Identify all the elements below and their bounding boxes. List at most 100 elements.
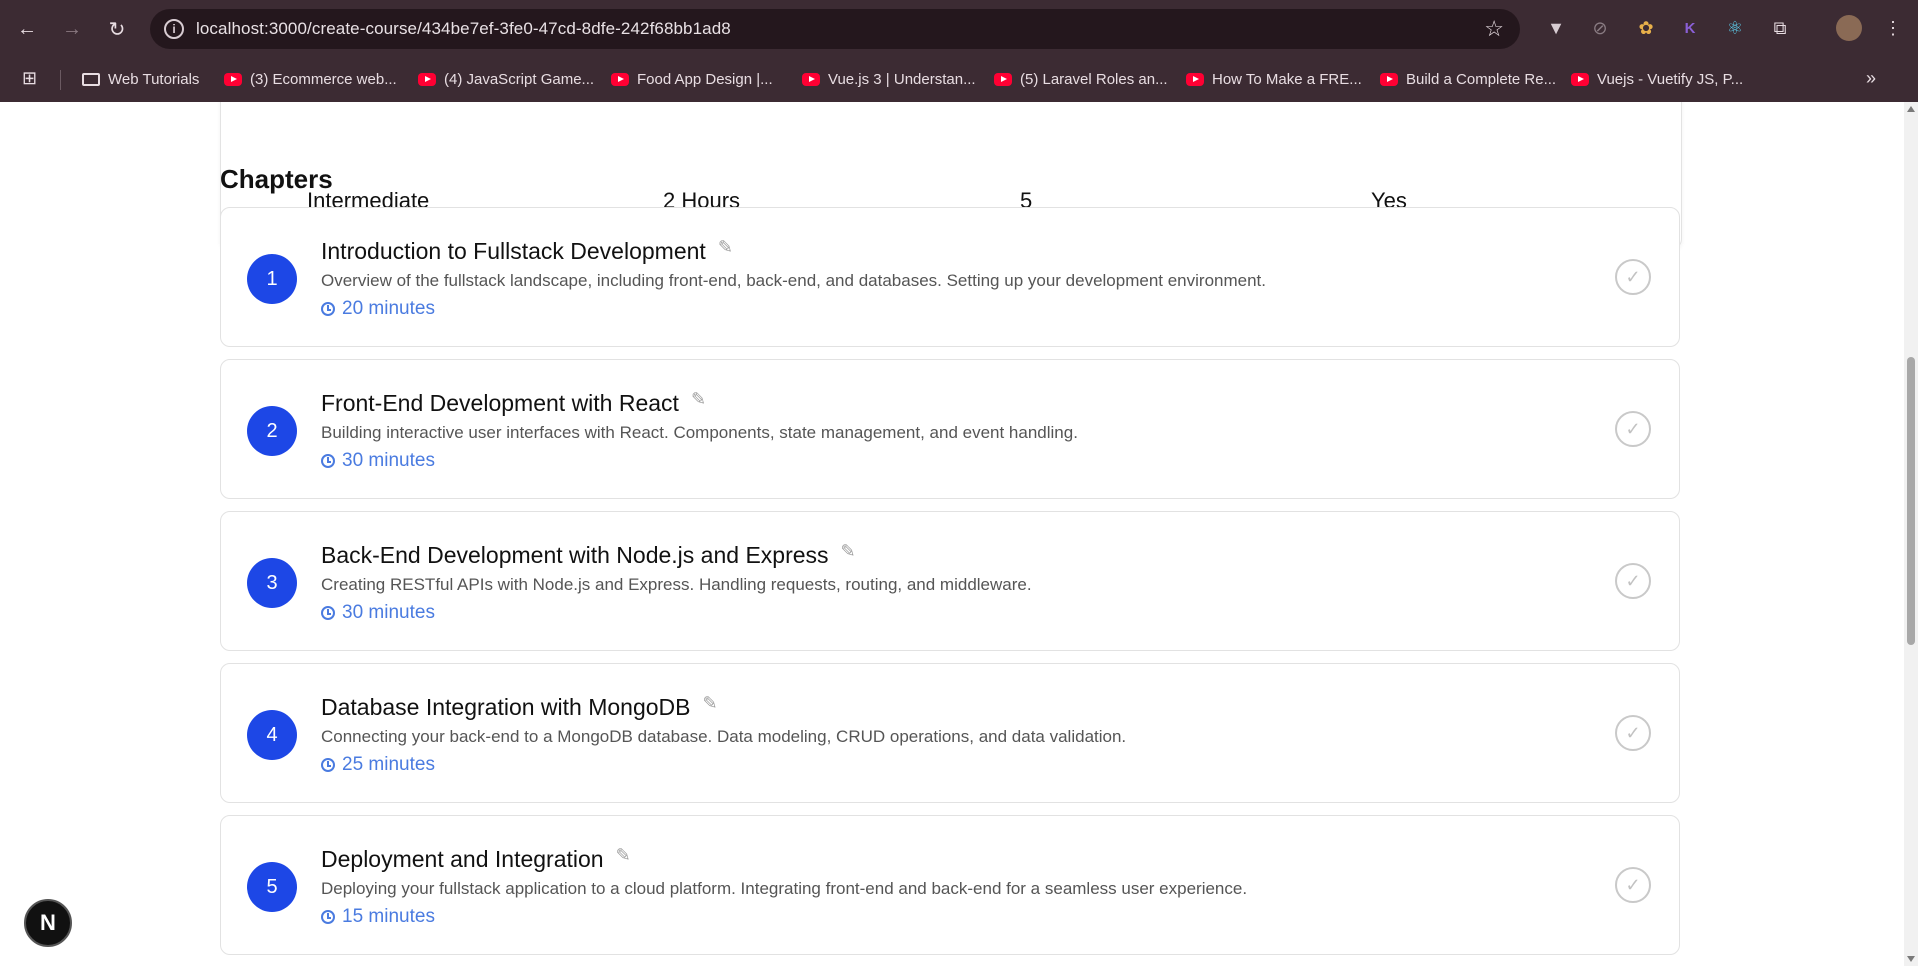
chapter-title-row: Front-End Development with React ✎ [321, 389, 706, 417]
chapter-card[interactable]: 4 Database Integration with MongoDB ✎ Con… [220, 663, 1680, 803]
chapter-card[interactable]: 5 Deployment and Integration ✎ Deploying … [220, 815, 1680, 955]
clock-icon [321, 758, 335, 772]
bookmark-label: How To Make a FRE... [1212, 71, 1362, 88]
back-arrow-icon: ← [17, 17, 37, 40]
extensions-puzzle-icon[interactable]: ⧉ [1767, 15, 1793, 41]
chapter-card[interactable]: 2 Front-End Development with React ✎ Buil… [220, 359, 1680, 499]
forward-arrow-icon: → [62, 17, 82, 40]
bookmark-star-icon[interactable]: ☆ [1484, 16, 1504, 42]
chapter-title-row: Database Integration with MongoDB ✎ [321, 693, 718, 721]
youtube-icon [1186, 73, 1204, 86]
youtube-icon [611, 73, 629, 86]
edit-icon[interactable]: ✎ [616, 845, 631, 866]
chapter-number: 5 [247, 862, 297, 912]
chapter-description: Building interactive user interfaces wit… [321, 423, 1078, 442]
reload-button[interactable]: ↻ [102, 14, 132, 44]
bookmark-label: Food App Design |... [637, 71, 773, 88]
chapter-duration-text: 30 minutes [342, 602, 435, 623]
reload-icon: ↻ [108, 18, 126, 41]
chapter-duration: 20 minutes [321, 298, 435, 320]
clock-icon [321, 606, 335, 620]
chapter-title: Deployment and Integration [321, 846, 604, 872]
bookmark-item[interactable]: Food App Design |... [611, 71, 773, 88]
scrollbar-thumb[interactable] [1907, 357, 1915, 645]
bookmark-item[interactable]: Vuejs - Vuetify JS, P... [1571, 71, 1743, 88]
youtube-icon [994, 73, 1012, 86]
check-circle-icon: ✓ [1615, 563, 1651, 599]
chapters-heading: Chapters [220, 164, 333, 194]
bookmark-item[interactable]: (4) JavaScript Game... [418, 71, 594, 88]
address-bar[interactable]: i localhost:3000/create-course/434be7ef-… [150, 9, 1520, 49]
check-circle-icon: ✓ [1615, 259, 1651, 295]
edit-icon[interactable]: ✎ [718, 237, 733, 258]
check-circle-icon: ✓ [1615, 867, 1651, 903]
react-devtools-icon[interactable]: ⚛ [1722, 15, 1748, 41]
scroll-up-arrow-icon[interactable] [1907, 106, 1915, 112]
chapter-number: 3 [247, 558, 297, 608]
chapter-description: Overview of the fullstack landscape, inc… [321, 271, 1267, 290]
chapter-duration: 25 minutes [321, 754, 435, 776]
chapter-number: 1 [247, 254, 297, 304]
bookmark-item[interactable]: (3) Ecommerce web... [224, 71, 397, 88]
bookmark-item[interactable]: How To Make a FRE... [1186, 71, 1362, 88]
folder-icon [82, 73, 100, 86]
back-button[interactable]: ← [12, 14, 42, 44]
check-circle-icon: ✓ [1615, 411, 1651, 447]
check-circle-icon: ✓ [1615, 715, 1651, 751]
bookmarks-bar: ⊞ Web Tutorials (3) Ecommerce web... (4)… [0, 58, 1918, 103]
clock-icon [321, 302, 335, 316]
more-bookmarks-chevron-icon[interactable]: » [1866, 68, 1876, 89]
url-text[interactable]: localhost:3000/create-course/434be7ef-3f… [196, 19, 731, 39]
blocked-extension-icon[interactable]: ⊘ [1587, 15, 1613, 41]
bookmark-label: Vuejs - Vuetify JS, P... [1597, 71, 1744, 88]
youtube-icon [802, 73, 820, 86]
chapter-card[interactable]: 1 Introduction to Fullstack Development ✎… [220, 207, 1680, 347]
bookmark-item[interactable]: (5) Laravel Roles an... [994, 71, 1168, 88]
bookmarks-divider [60, 70, 61, 90]
bookmark-item[interactable]: Web Tutorials [82, 71, 199, 88]
nextjs-dev-badge[interactable]: N [24, 899, 72, 947]
chapter-description: Connecting your back-end to a MongoDB da… [321, 727, 1127, 746]
chapter-card[interactable]: 3 Back-End Development with Node.js and … [220, 511, 1680, 651]
bookmark-item[interactable]: Build a Complete Re... [1380, 71, 1556, 88]
k-extension-icon[interactable]: K [1677, 15, 1703, 41]
chapter-duration: 30 minutes [321, 450, 435, 472]
chapter-duration-text: 20 minutes [342, 298, 435, 319]
scroll-down-arrow-icon[interactable] [1907, 956, 1915, 962]
site-info-icon[interactable]: i [164, 19, 184, 39]
ai-extension-icon[interactable]: ✿ [1633, 15, 1659, 41]
chapter-title: Back-End Development with Node.js and Ex… [321, 542, 829, 568]
profile-avatar[interactable] [1836, 15, 1862, 41]
chapter-description: Creating RESTful APIs with Node.js and E… [321, 575, 1032, 594]
chapter-duration: 30 minutes [321, 602, 435, 624]
bookmark-label: Build a Complete Re... [1406, 71, 1557, 88]
forward-button[interactable]: → [57, 14, 87, 44]
chapter-number: 4 [247, 710, 297, 760]
youtube-icon [224, 73, 242, 86]
chapter-title-row: Deployment and Integration ✎ [321, 845, 631, 873]
browser-menu-icon[interactable]: ⋮ [1880, 15, 1906, 41]
edit-icon[interactable]: ✎ [691, 389, 706, 410]
edit-icon[interactable]: ✎ [841, 541, 856, 562]
bookmark-label: (3) Ecommerce web... [250, 71, 397, 88]
chapter-title: Introduction to Fullstack Development [321, 238, 706, 264]
apps-grid-icon[interactable]: ⊞ [22, 68, 37, 89]
chapter-title-row: Introduction to Fullstack Development ✎ [321, 237, 733, 265]
bookmark-label: (5) Laravel Roles an... [1020, 71, 1168, 88]
bookmark-label: (4) JavaScript Game... [444, 71, 595, 88]
bookmark-label: Web Tutorials [108, 71, 200, 88]
edit-icon[interactable]: ✎ [703, 693, 718, 714]
chapter-duration-text: 15 minutes [342, 906, 435, 927]
youtube-icon [1571, 73, 1589, 86]
bookmark-item[interactable]: Vue.js 3 | Understan... [802, 71, 976, 88]
browser-toolbar: ← → ↻ i localhost:3000/create-course/434… [0, 0, 1918, 58]
chapter-duration-text: 25 minutes [342, 754, 435, 775]
youtube-icon [418, 73, 436, 86]
page-scrollbar[interactable] [1904, 102, 1918, 966]
chapter-duration: 15 minutes [321, 906, 435, 928]
page-content: Intermediate 2 Hours 5 Yes Chapters 1 In… [0, 102, 1904, 966]
chapter-number: 2 [247, 406, 297, 456]
chapter-title: Database Integration with MongoDB [321, 694, 691, 720]
chapter-title-row: Back-End Development with Node.js and Ex… [321, 541, 856, 569]
vuetify-extension-icon[interactable]: ▼ [1543, 15, 1569, 41]
